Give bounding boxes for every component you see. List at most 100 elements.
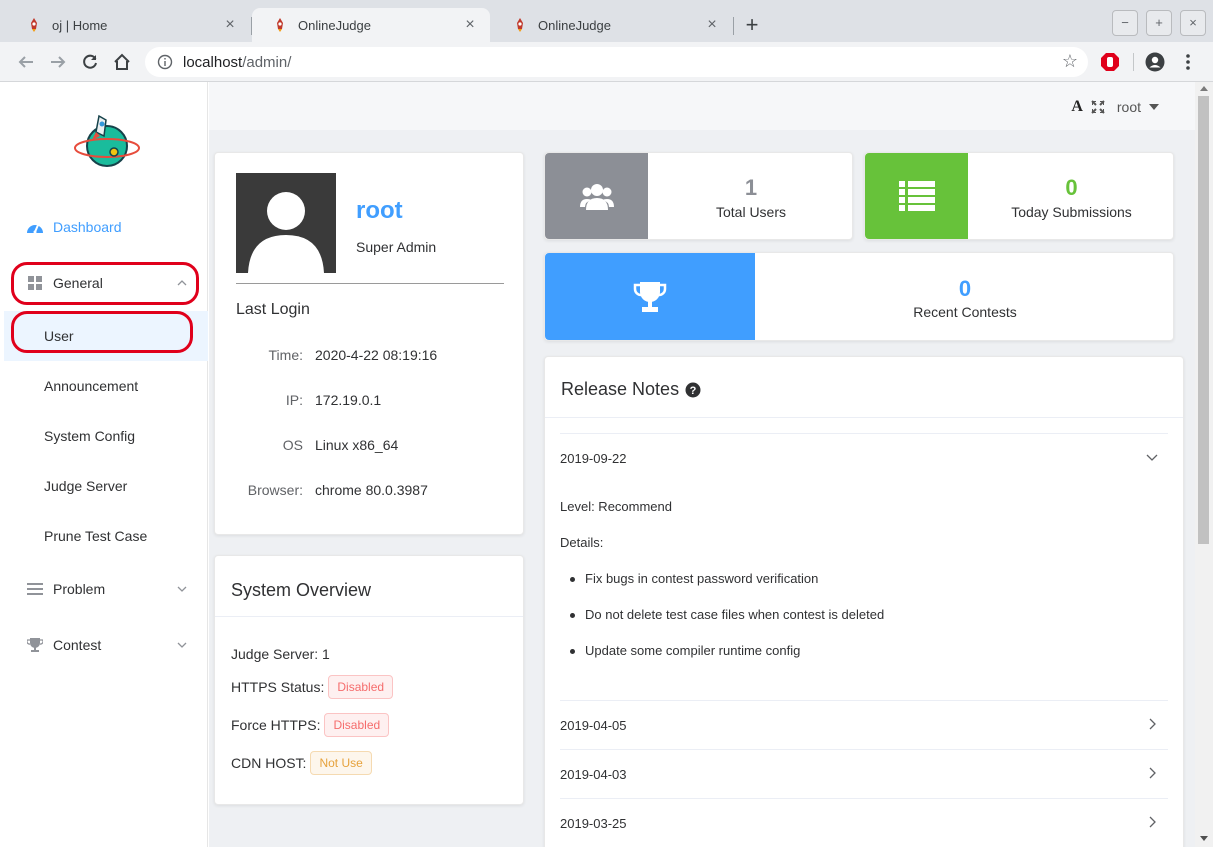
help-circle-icon[interactable]: ? (685, 382, 701, 398)
trophy-icon (545, 253, 755, 340)
release-2019-09-22-header[interactable]: 2019-09-22 (560, 434, 1168, 482)
release-date: 2019-04-03 (560, 766, 627, 782)
browser-tab-onlinejudge[interactable]: OnlineJudge × (492, 8, 732, 42)
chevron-up-icon (177, 280, 187, 286)
force-https-row: Force HTTPS: Disabled (231, 713, 390, 737)
list-item: Do not delete test case files when conte… (569, 607, 885, 622)
sidebar-item-general[interactable]: General (4, 258, 208, 308)
admin-sidebar: Dashboard General User Announcement Syst… (4, 82, 208, 847)
sidebar-item-label: General (53, 275, 103, 291)
list-item: Update some compiler runtime config (569, 643, 801, 658)
bookmark-star-icon[interactable]: ☆ (1062, 51, 1078, 72)
tab-divider (733, 17, 734, 35)
https-status-row: HTTPS Status: Disabled (231, 675, 394, 699)
font-size-icon[interactable]: A (1071, 98, 1083, 116)
chevron-down-icon (1146, 454, 1158, 461)
sidebar-item-label: User (44, 328, 74, 344)
sidebar-item-label: Judge Server (44, 478, 128, 494)
sidebar-subitem-announcement[interactable]: Announcement (4, 361, 208, 411)
release-date: 2019-04-05 (560, 717, 627, 733)
sidebar-subitem-judge-server[interactable]: Judge Server (4, 461, 208, 511)
browser-tab-onlinejudge-active[interactable]: OnlineJudge × (252, 8, 490, 42)
release-2019-04-05-header[interactable]: 2019-04-05 (560, 701, 1168, 749)
judge-server-row: Judge Server: 1 (231, 646, 330, 662)
tab-title: OnlineJudge (538, 17, 611, 33)
scroll-up-arrow-icon[interactable] (1200, 86, 1208, 91)
divider (236, 283, 504, 284)
sidebar-item-contest[interactable]: Contest (4, 620, 208, 670)
info-key: Time: (268, 347, 303, 363)
dashboard-gauge-icon (26, 218, 44, 236)
sidebar-item-label: Dashboard (53, 219, 122, 235)
status-badge: Not Use (310, 751, 372, 775)
sidebar-subitem-user[interactable]: User (4, 311, 208, 361)
stat-card-recent-contests: 0 Recent Contests (544, 252, 1174, 341)
stat-card-today-submissions: 0 Today Submissions (864, 152, 1174, 240)
trophy-icon (26, 636, 44, 654)
toolbar-divider (1133, 53, 1134, 71)
cdn-host-label: CDN HOST: (231, 755, 307, 771)
sidebar-item-label: System Config (44, 428, 136, 444)
release-details-label: Details: (560, 535, 604, 550)
login-ip-row: IP: 172.19.0.1 (215, 392, 523, 412)
sidebar-subitem-prune-test-case[interactable]: Prune Test Case (4, 511, 208, 561)
divider (545, 417, 1183, 418)
last-login-heading: Last Login (236, 301, 310, 318)
divider (215, 616, 523, 617)
browser-toolbar: localhost/admin/ ☆ (0, 42, 1213, 82)
status-badge: Disabled (328, 675, 394, 699)
info-icon[interactable] (157, 54, 173, 70)
https-status-label: HTTPS Status: (231, 679, 325, 695)
info-key: OS (282, 437, 303, 453)
rocket-favicon-icon (31, 18, 37, 32)
back-icon[interactable] (14, 50, 38, 74)
header-username[interactable]: root (1117, 99, 1141, 115)
home-icon[interactable] (110, 50, 134, 74)
page-scrollbar[interactable] (1195, 82, 1213, 847)
browser-tab-strip: oj | Home × OnlineJudge × OnlineJudge × … (0, 0, 1213, 42)
login-time-row: Time: 2020-4-22 08:19:16 (215, 347, 523, 367)
users-icon (545, 153, 648, 239)
scroll-down-arrow-icon[interactable] (1200, 836, 1208, 841)
stat-value: 0 (958, 276, 972, 301)
rocket-planet-logo (74, 114, 140, 167)
stat-label: Recent Contests (913, 304, 1017, 320)
avatar (236, 173, 336, 273)
minimize-icon[interactable]: − (1112, 10, 1138, 36)
svg-text:?: ? (690, 385, 697, 397)
sidebar-item-label: Prune Test Case (44, 528, 148, 544)
window-close-icon[interactable]: × (1180, 10, 1206, 36)
browser-tab-home[interactable]: oj | Home × (6, 8, 250, 42)
url-host: localhost (183, 53, 243, 71)
tab-title: oj | Home (52, 17, 108, 33)
stat-label: Total Users (715, 204, 787, 220)
release-2019-04-03-header[interactable]: 2019-04-03 (560, 750, 1168, 798)
release-2019-03-25-header[interactable]: 2019-03-25 (560, 799, 1168, 847)
fullscreen-icon[interactable] (1091, 100, 1105, 114)
chevron-right-icon (1149, 718, 1156, 730)
address-bar[interactable]: localhost/admin/ ☆ (145, 47, 1088, 77)
scrollbar-thumb[interactable] (1198, 96, 1209, 544)
more-menu-icon[interactable] (1176, 50, 1200, 74)
close-icon[interactable]: × (704, 17, 720, 33)
close-icon[interactable]: × (462, 17, 478, 33)
maximize-icon[interactable]: + (1146, 10, 1172, 36)
release-notes-title: Release Notes (561, 379, 680, 399)
new-tab-plus-icon[interactable]: + (740, 14, 764, 38)
sidebar-item-problem[interactable]: Problem (4, 564, 208, 614)
profile-icon[interactable] (1143, 50, 1167, 74)
sidebar-subitem-system-config[interactable]: System Config (4, 411, 208, 461)
release-date: 2019-09-22 (560, 450, 627, 466)
close-icon[interactable]: × (222, 17, 238, 33)
adblock-icon[interactable] (1098, 50, 1122, 74)
info-value: chrome 80.0.3987 (315, 482, 428, 498)
caret-down-icon[interactable] (1149, 104, 1159, 110)
reload-icon[interactable] (78, 50, 102, 74)
system-overview-title: System Overview (231, 580, 372, 600)
profile-card: root Super Admin Last Login Time: 2020-4… (214, 152, 524, 535)
system-overview-card: System Overview Judge Server: 1 HTTPS St… (214, 555, 524, 805)
sidebar-item-dashboard[interactable]: Dashboard (4, 202, 208, 252)
header-user-area: A root (1071, 98, 1159, 116)
forward-icon[interactable] (46, 50, 70, 74)
sidebar-item-label: Announcement (44, 378, 139, 394)
